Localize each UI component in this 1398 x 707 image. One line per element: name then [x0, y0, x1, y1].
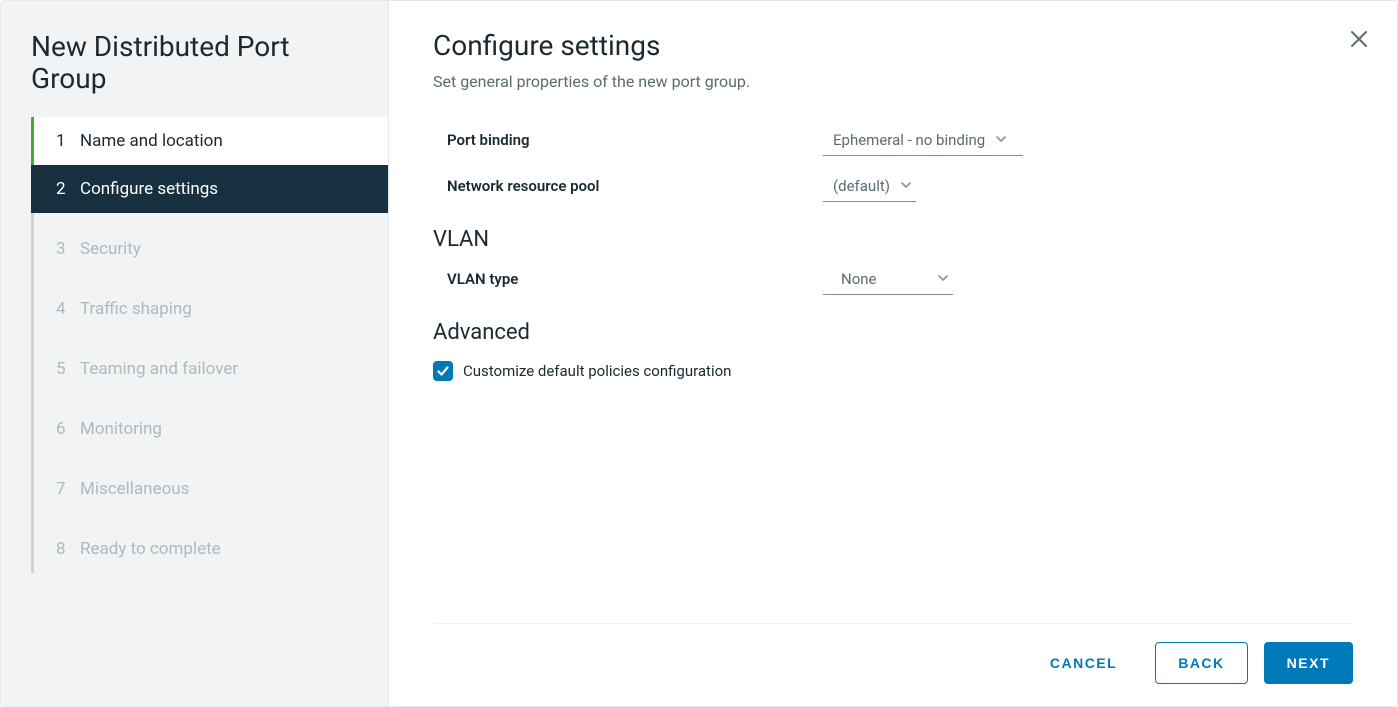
step-number: 6 — [56, 419, 76, 439]
row-vlan-type: VLAN type None — [433, 256, 1353, 302]
wizard-content: Configure settings Set general propertie… — [389, 1, 1397, 706]
chevron-down-icon — [900, 177, 912, 195]
step-traffic-shaping: 4 Traffic shaping — [34, 285, 388, 333]
close-button[interactable] — [1349, 29, 1369, 49]
step-label: Teaming and failover — [80, 359, 238, 379]
wizard-footer: CANCEL BACK NEXT — [433, 623, 1353, 706]
select-value: (default) — [833, 177, 890, 195]
checkbox-customize-policies[interactable] — [433, 361, 453, 381]
select-vlan-type[interactable]: None — [823, 264, 953, 295]
step-number: 1 — [56, 131, 76, 151]
chevron-down-icon — [937, 270, 949, 288]
step-label: Ready to complete — [80, 539, 221, 559]
row-port-binding: Port binding Ephemeral - no binding — [433, 117, 1353, 163]
page-subtitle: Set general properties of the new port g… — [433, 72, 1353, 91]
select-port-binding[interactable]: Ephemeral - no binding — [823, 125, 1023, 156]
row-network-resource-pool: Network resource pool (default) — [433, 163, 1353, 209]
select-value: None — [841, 270, 877, 288]
cancel-button[interactable]: CANCEL — [1028, 643, 1139, 683]
select-network-resource-pool[interactable]: (default) — [823, 171, 916, 202]
step-label: Configure settings — [80, 179, 218, 199]
step-teaming-and-failover: 5 Teaming and failover — [34, 345, 388, 393]
wizard-dialog: New Distributed Port Group 1 Name and lo… — [0, 0, 1398, 707]
step-label: Traffic shaping — [80, 299, 192, 319]
section-advanced: Advanced — [433, 320, 1353, 345]
step-number: 5 — [56, 359, 76, 379]
step-miscellaneous: 7 Miscellaneous — [34, 465, 388, 513]
step-monitoring: 6 Monitoring — [34, 405, 388, 453]
next-button[interactable]: NEXT — [1264, 642, 1353, 684]
close-icon — [1349, 29, 1369, 49]
wizard-steps: 1 Name and location 2 Configure settings… — [31, 117, 388, 573]
back-button[interactable]: BACK — [1155, 642, 1247, 684]
chevron-down-icon — [995, 131, 1007, 149]
row-customize-policies: Customize default policies configuration — [433, 361, 1353, 381]
step-ready-to-complete: 8 Ready to complete — [34, 525, 388, 573]
wizard-title: New Distributed Port Group — [1, 25, 388, 117]
check-icon — [436, 364, 450, 378]
label-port-binding: Port binding — [433, 131, 823, 149]
select-value: Ephemeral - no binding — [833, 131, 985, 149]
step-label: Monitoring — [80, 419, 162, 439]
step-security: 3 Security — [34, 225, 388, 273]
section-vlan: VLAN — [433, 227, 1353, 252]
step-label: Miscellaneous — [80, 479, 189, 499]
step-number: 7 — [56, 479, 76, 499]
page-title: Configure settings — [433, 29, 1353, 62]
step-label: Name and location — [80, 131, 223, 151]
step-number: 8 — [56, 539, 76, 559]
step-number: 3 — [56, 239, 76, 259]
step-number: 4 — [56, 299, 76, 319]
label-vlan-type: VLAN type — [433, 270, 823, 288]
step-configure-settings[interactable]: 2 Configure settings — [34, 165, 388, 213]
label-customize-policies: Customize default policies configuration — [463, 362, 731, 380]
wizard-sidebar: New Distributed Port Group 1 Name and lo… — [1, 1, 389, 706]
label-network-resource-pool: Network resource pool — [433, 177, 823, 195]
step-label: Security — [80, 239, 141, 259]
step-number: 2 — [56, 179, 76, 199]
step-name-and-location[interactable]: 1 Name and location — [34, 117, 388, 165]
